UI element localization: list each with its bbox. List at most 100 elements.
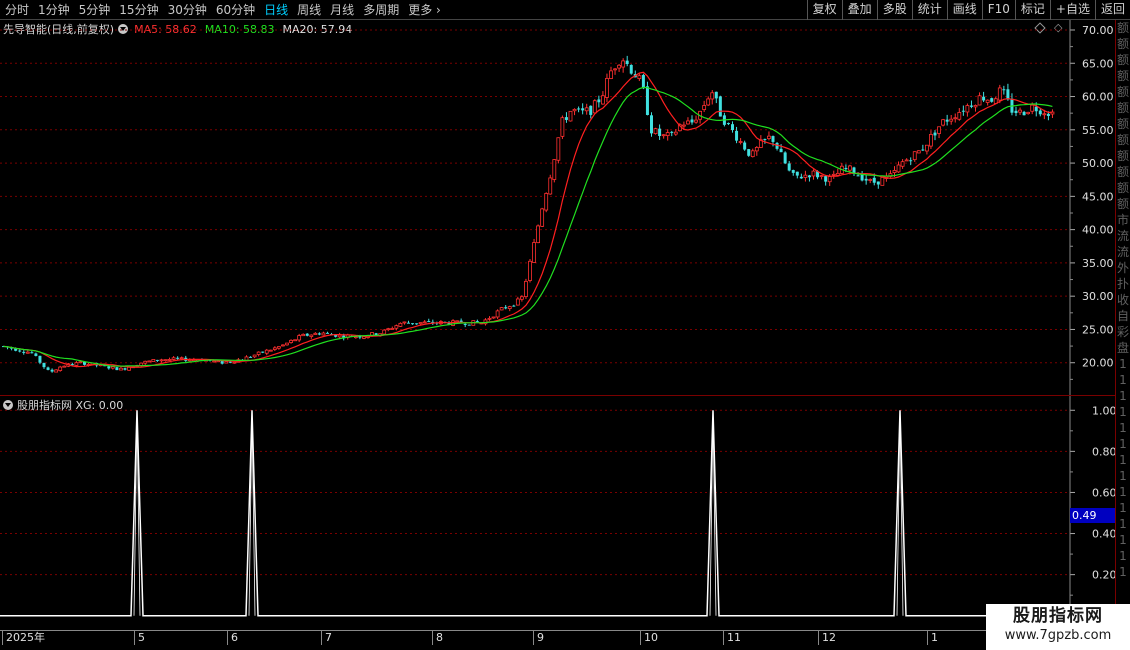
side-glyph: 1 xyxy=(1119,533,1127,547)
candle-body xyxy=(714,91,718,99)
side-glyph: 1 xyxy=(1119,469,1127,483)
candle-body xyxy=(1030,104,1035,112)
candle-body xyxy=(844,167,848,170)
side-glyph: 1 xyxy=(1119,549,1127,563)
candle-body xyxy=(702,105,707,110)
candle-body xyxy=(1026,111,1031,115)
tool-button-7[interactable]: +自选 xyxy=(1049,0,1095,20)
watermark: 股朋指标网 www.7gpzb.com xyxy=(986,604,1130,650)
candle-body xyxy=(637,75,642,80)
candle-body xyxy=(876,181,880,185)
date-label: 6 xyxy=(227,631,238,645)
side-glyph: 扑 xyxy=(1116,277,1129,291)
candle-body xyxy=(824,176,828,182)
watermark-url: www.7gpzb.com xyxy=(1004,628,1112,643)
candle-body xyxy=(540,208,545,227)
period-tab-6[interactable]: 日线 xyxy=(260,0,292,20)
candle-body xyxy=(552,159,557,180)
candle-body xyxy=(799,176,803,179)
candle-body xyxy=(520,296,524,300)
period-tab-7[interactable]: 周线 xyxy=(293,0,325,20)
candle-body xyxy=(597,99,601,103)
side-glyph: 自 xyxy=(1116,309,1129,323)
candle-body xyxy=(896,164,901,173)
tool-button-4[interactable]: 画线 xyxy=(946,0,982,20)
indicator-chart: 0.20 0.40 0.60 0.80 1.00 xyxy=(0,396,1115,630)
candle-body xyxy=(682,124,686,127)
candle-body xyxy=(609,70,613,79)
period-tab-0[interactable]: 分时 xyxy=(1,0,33,20)
candle-body xyxy=(738,141,743,143)
candle-body xyxy=(990,98,994,102)
candle-body xyxy=(309,334,314,337)
side-glyph: 流 xyxy=(1116,229,1129,243)
candle-body xyxy=(625,60,629,65)
candle-body xyxy=(743,142,747,150)
period-tab-3[interactable]: 15分钟 xyxy=(115,0,162,20)
candle-body xyxy=(50,369,54,372)
date-label: 5 xyxy=(134,631,145,645)
xg-spike-inner xyxy=(896,414,904,616)
period-tab-2[interactable]: 5分钟 xyxy=(75,0,115,20)
candle-body xyxy=(973,105,978,108)
candle-body xyxy=(499,307,504,311)
candle-body xyxy=(504,307,508,309)
candle-body xyxy=(38,355,42,363)
period-tab-4[interactable]: 30分钟 xyxy=(164,0,211,20)
date-label: 2025年 xyxy=(2,631,45,645)
tool-button-1[interactable]: 叠加 xyxy=(841,0,877,20)
candle-body xyxy=(276,346,281,349)
candle-body xyxy=(317,333,321,335)
side-glyph: 额 xyxy=(1116,149,1129,163)
side-glyph: 1 xyxy=(1119,453,1127,467)
candle-body xyxy=(556,137,561,161)
y-tick-label: 20.00 xyxy=(1082,357,1114,370)
side-glyph: 1 xyxy=(1119,373,1127,387)
tool-button-0[interactable]: 复权 xyxy=(806,0,842,20)
candle-body xyxy=(645,86,649,115)
ma-line-red xyxy=(3,71,1053,368)
candle-body xyxy=(953,117,958,120)
candle-body xyxy=(281,344,285,347)
candle-body xyxy=(912,151,917,161)
period-tab-5[interactable]: 60分钟 xyxy=(212,0,259,20)
side-glyph: 彩 xyxy=(1116,325,1129,339)
candle-body xyxy=(463,323,467,325)
tool-button-6[interactable]: 标记 xyxy=(1014,0,1050,20)
date-label: 10 xyxy=(640,631,658,645)
candle-body xyxy=(641,75,645,89)
tool-button-5[interactable]: F10 xyxy=(981,0,1015,20)
candle-body xyxy=(568,110,573,122)
period-tab-1[interactable]: 1分钟 xyxy=(34,0,74,20)
tool-button-8[interactable]: 返回 xyxy=(1094,0,1130,20)
candle-body xyxy=(249,356,253,358)
tool-button-2[interactable]: 多股 xyxy=(876,0,912,20)
candle-body xyxy=(673,131,678,135)
side-glyph: 额 xyxy=(1116,21,1129,35)
candle-body xyxy=(107,366,111,369)
candle-body xyxy=(46,367,50,370)
candle-body xyxy=(710,92,715,100)
date-label: 12 xyxy=(818,631,836,645)
period-tab-9[interactable]: 多周期 xyxy=(359,0,403,20)
candle-body xyxy=(268,349,273,352)
candle-body xyxy=(572,108,577,112)
candle-body xyxy=(110,366,115,369)
period-tabs: 分时 1分钟 5分钟 15分钟 30分钟 60分钟 日线 周线 月线 多周期 更多 › xyxy=(0,0,445,20)
side-glyph: 额 xyxy=(1116,69,1129,83)
tool-button-3[interactable]: 统计 xyxy=(911,0,947,20)
candle-body xyxy=(155,359,159,361)
y-tick-label: 65.00 xyxy=(1082,57,1114,70)
candle-body xyxy=(665,132,670,136)
candle-body xyxy=(856,175,860,177)
candle-body xyxy=(171,357,176,360)
side-glyph: 额 xyxy=(1116,197,1129,211)
price-chart: 20.00 25.00 30.00 35.00 40.00 45.00 50.00 55.00… xyxy=(0,20,1115,396)
period-tab-10[interactable]: 更多 › xyxy=(404,0,445,20)
candle-body xyxy=(382,329,387,335)
y-tick-label: 30.00 xyxy=(1082,290,1114,303)
candle-body xyxy=(629,64,633,74)
watermark-title: 股朋指标网 xyxy=(1013,606,1103,626)
candle-body xyxy=(933,132,937,136)
period-tab-8[interactable]: 月线 xyxy=(326,0,358,20)
